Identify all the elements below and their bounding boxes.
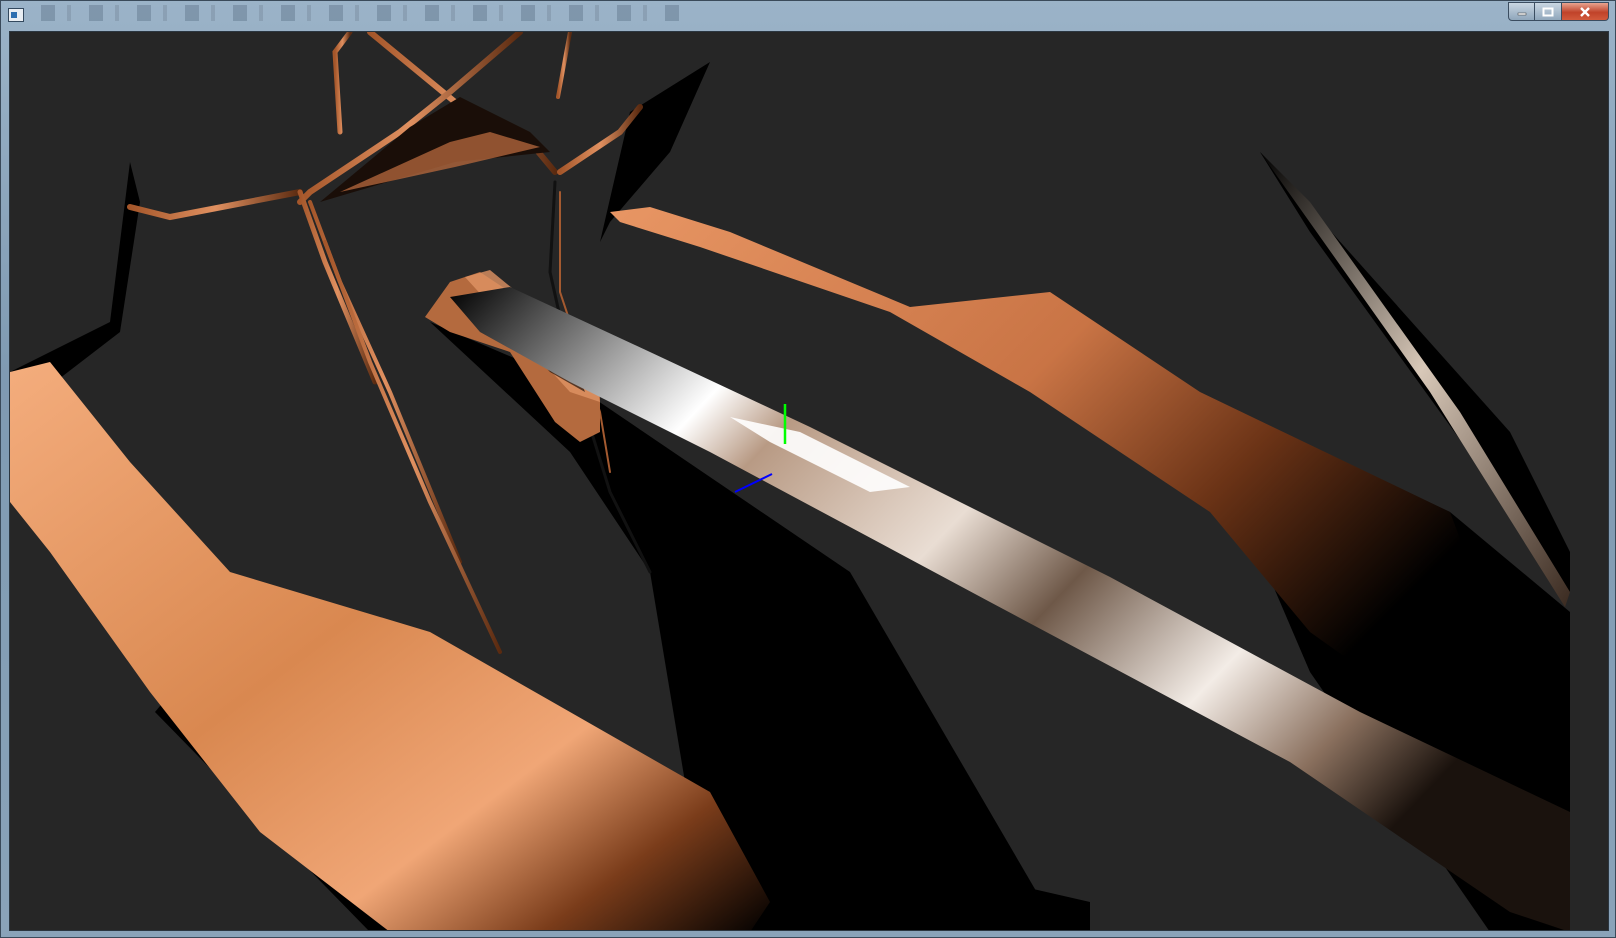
close-button[interactable] bbox=[1562, 2, 1609, 21]
blurred-taskbar-reflection bbox=[41, 5, 681, 21]
maximize-button[interactable] bbox=[1535, 2, 1562, 21]
app-window-icon[interactable] bbox=[8, 8, 24, 22]
title-bar[interactable] bbox=[1, 1, 1616, 31]
3d-scene[interactable] bbox=[10, 32, 1609, 931]
application-window bbox=[0, 0, 1616, 938]
maximize-icon bbox=[1542, 7, 1554, 16]
3d-viewport[interactable] bbox=[9, 31, 1609, 931]
z-axis-line bbox=[734, 473, 773, 493]
close-icon bbox=[1580, 6, 1590, 17]
caption-buttons bbox=[1508, 2, 1609, 22]
minimize-icon bbox=[1517, 12, 1526, 15]
minimize-button[interactable] bbox=[1508, 2, 1535, 21]
